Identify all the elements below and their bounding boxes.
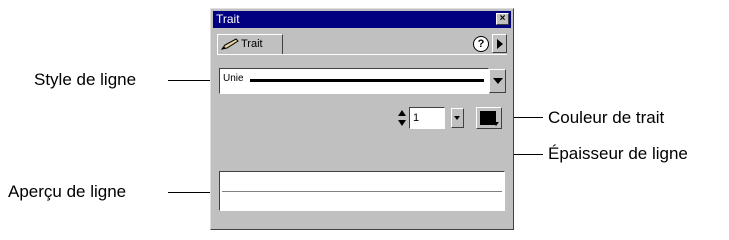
callout-thickness-label: Épaisseur de ligne <box>548 144 688 163</box>
thickness-input[interactable]: 1 <box>409 107 445 129</box>
panel-titlebar[interactable]: Trait × <box>213 11 511 28</box>
callout-preview-label: Aperçu de ligne <box>8 182 127 201</box>
panel-menu-button[interactable] <box>492 34 507 53</box>
help-icon[interactable]: ? <box>473 36 489 52</box>
stroke-color-swatch[interactable] <box>476 107 502 129</box>
stroke-panel: Trait × Trait ? Unie 1 <box>210 8 514 230</box>
close-button[interactable]: × <box>496 13 509 25</box>
thickness-dropdown-button[interactable] <box>451 108 464 128</box>
line-style-sample <box>250 79 484 82</box>
callout-color-label: Couleur de trait <box>548 108 665 127</box>
panel-title: Trait <box>216 12 240 26</box>
thickness-spinner-icon[interactable] <box>397 109 407 127</box>
tab-trait[interactable]: Trait <box>217 34 283 54</box>
line-style-dropdown-button[interactable] <box>489 69 506 93</box>
line-preview <box>219 171 505 211</box>
pencil-icon <box>221 38 239 50</box>
tab-strip: Trait ? <box>217 34 507 54</box>
line-style-select[interactable]: Unie <box>219 68 489 94</box>
tab-label: Trait <box>241 38 263 50</box>
line-style-value: Unie <box>223 73 244 84</box>
chevron-down-icon <box>493 122 499 126</box>
close-icon: × <box>499 13 506 24</box>
line-preview-sample <box>222 191 502 192</box>
callout-style-label: Style de ligne <box>34 70 137 89</box>
